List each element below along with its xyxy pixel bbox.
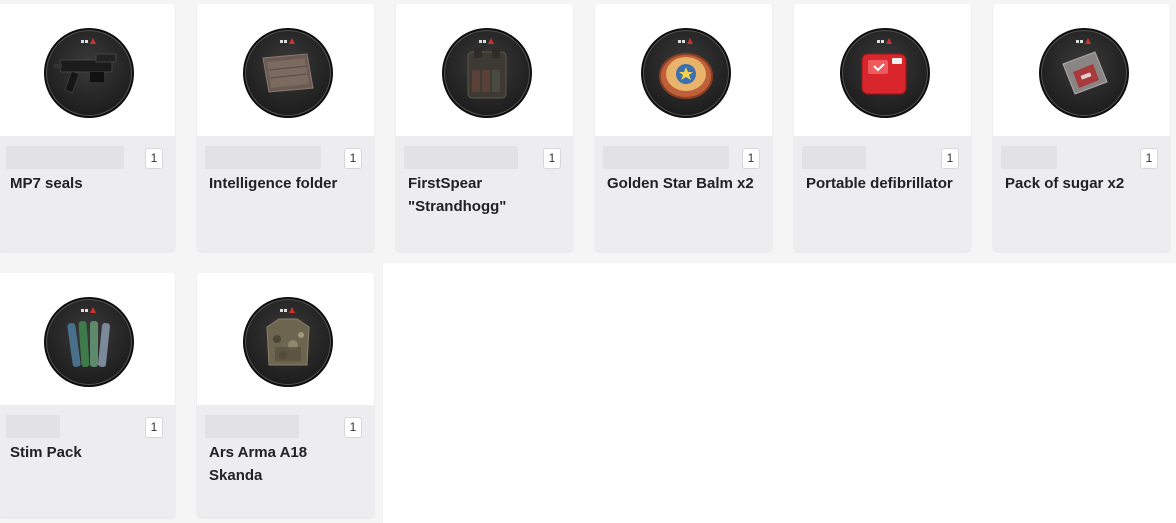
item-card[interactable]: 1 Portable defibrillator xyxy=(794,4,971,251)
item-thumbnail-area xyxy=(993,4,1170,136)
item-card[interactable]: 1 Golden Star Balm x2 xyxy=(595,4,772,251)
plate-carrier-icon xyxy=(441,28,532,118)
quantity-badge: 1 xyxy=(344,417,362,438)
item-thumbnail-area xyxy=(197,4,374,136)
quantity-badge: 1 xyxy=(941,148,959,169)
item-card[interactable]: 1 Stim Pack xyxy=(0,273,175,517)
stim-pack-icon xyxy=(43,297,134,387)
item-card[interactable]: 1 Pack of sugar x2 xyxy=(993,4,1170,251)
item-thumbnail-area xyxy=(0,273,175,405)
price-placeholder xyxy=(802,146,866,169)
item-thumbnail-area xyxy=(0,4,175,136)
quantity-badge: 1 xyxy=(145,148,163,169)
quantity-badge: 1 xyxy=(742,148,760,169)
item-name: Portable defibrillator xyxy=(806,175,953,192)
price-placeholder xyxy=(603,146,729,169)
armor-vest-icon xyxy=(242,297,333,387)
item-name: Golden Star Balm x2 xyxy=(607,175,754,192)
item-thumbnail-area xyxy=(794,4,971,136)
quantity-badge: 1 xyxy=(1140,148,1158,169)
item-name: Pack of sugar x2 xyxy=(1005,175,1125,192)
item-card[interactable]: 1 FirstSpear "Strandhogg" xyxy=(396,4,573,251)
quantity-badge: 1 xyxy=(543,148,561,169)
quantity-badge: 1 xyxy=(344,148,362,169)
price-placeholder xyxy=(6,415,60,438)
price-placeholder xyxy=(1001,146,1057,169)
item-card[interactable]: 1 Intelligence folder xyxy=(197,4,374,251)
item-thumbnail-area xyxy=(396,4,573,136)
item-name: Ars Arma A18 Skanda xyxy=(209,444,308,484)
item-card[interactable]: 1 Ars Arma A18 Skanda xyxy=(197,273,374,517)
price-placeholder xyxy=(6,146,124,169)
price-placeholder xyxy=(205,415,299,438)
intelligence-folder-icon xyxy=(242,28,333,118)
item-name: MP7 seals xyxy=(10,175,83,192)
quantity-badge: 1 xyxy=(145,417,163,438)
item-name: FirstSpear "Strandhogg" xyxy=(408,175,507,215)
price-placeholder xyxy=(404,146,518,169)
item-name: Intelligence folder xyxy=(209,175,338,192)
golden-star-balm-icon xyxy=(640,28,731,118)
item-thumbnail-area xyxy=(595,4,772,136)
sugar-pack-icon xyxy=(1038,28,1129,118)
item-card[interactable]: 1 MP7 seals xyxy=(0,4,175,251)
price-placeholder xyxy=(205,146,321,169)
item-thumbnail-area xyxy=(197,273,374,405)
defibrillator-icon xyxy=(839,28,930,118)
item-name: Stim Pack xyxy=(10,444,82,461)
mp7-seals-icon xyxy=(43,28,134,118)
